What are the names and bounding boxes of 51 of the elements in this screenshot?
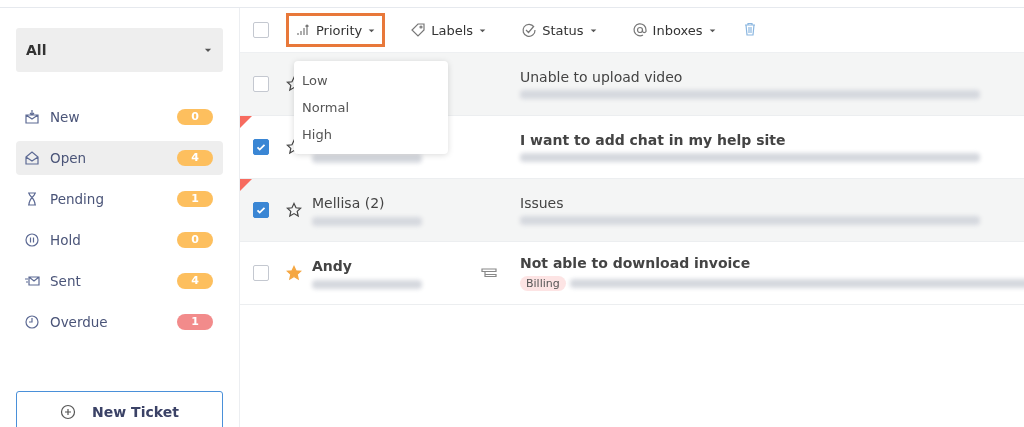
- star-icon[interactable]: [286, 202, 302, 218]
- item-label: Open: [50, 150, 88, 166]
- filter-dropdown[interactable]: All: [16, 28, 223, 72]
- sidebar-item[interactable]: Hold 0: [16, 223, 223, 257]
- checkbox[interactable]: [253, 265, 269, 281]
- checkbox[interactable]: [253, 22, 269, 38]
- new-ticket-button[interactable]: New Ticket: [16, 391, 223, 427]
- sidebar-item[interactable]: Sent 4: [16, 264, 223, 298]
- ticket-subject[interactable]: Issues: [520, 195, 1024, 211]
- item-label: Pending: [50, 191, 105, 207]
- ticket-subject[interactable]: I want to add chat in my help site: [520, 132, 1024, 148]
- checkbox[interactable]: [253, 139, 269, 155]
- sidebar-item[interactable]: Overdue 1: [16, 305, 223, 339]
- ticket-row[interactable]: Andy Not able to download invoice Billing: [240, 242, 1024, 305]
- toolbar-button[interactable]: Status: [512, 13, 607, 47]
- sending-envelope-icon: [24, 273, 40, 289]
- count-badge: 4: [177, 150, 213, 166]
- contact-name: Mellisa (2): [312, 194, 386, 211]
- ticket-row[interactable]: Mellisa (2) Issues: [240, 179, 1024, 242]
- menu-item[interactable]: Low: [294, 67, 448, 94]
- ticket-subject[interactable]: Unable to upload video: [520, 69, 1024, 85]
- bars-arrow-icon: [295, 22, 311, 38]
- toolbar-button[interactable]: Inboxes: [622, 13, 726, 47]
- filled-star-icon[interactable]: [286, 265, 302, 281]
- count-badge: 1: [177, 191, 213, 207]
- item-label: New: [50, 109, 81, 125]
- count-badge: 0: [177, 109, 213, 125]
- count-badge: 1: [177, 314, 213, 330]
- item-label: Overdue: [50, 314, 109, 330]
- label-tag: Billing: [520, 276, 566, 291]
- at-sign-icon: [631, 22, 648, 38]
- count-badge: 0: [177, 232, 213, 248]
- sidebar-item[interactable]: Pending 1: [16, 182, 223, 216]
- tag-icon: [410, 22, 427, 38]
- checkbox[interactable]: [253, 76, 269, 92]
- open-envelope-icon: [24, 150, 40, 166]
- item-label: Hold: [50, 232, 82, 248]
- contact-name: Andy: [312, 257, 353, 274]
- item-label: Sent: [50, 273, 82, 289]
- menu-item[interactable]: High: [294, 121, 448, 148]
- pause-icon: [24, 232, 40, 248]
- checkbox[interactable]: [253, 202, 269, 218]
- count-badge: 4: [177, 273, 213, 289]
- sidebar-item[interactable]: Open 4: [16, 141, 223, 175]
- inbox-tray-icon: [24, 109, 40, 125]
- clock-icon: [24, 314, 40, 330]
- ticket-subject[interactable]: Not able to download invoice: [520, 255, 1024, 271]
- sidebar-item[interactable]: New 0: [16, 100, 223, 134]
- toolbar-button[interactable]: Labels: [401, 13, 497, 47]
- toolbar-button[interactable]: Priority: [286, 13, 386, 47]
- plus-circle-icon: [60, 404, 77, 420]
